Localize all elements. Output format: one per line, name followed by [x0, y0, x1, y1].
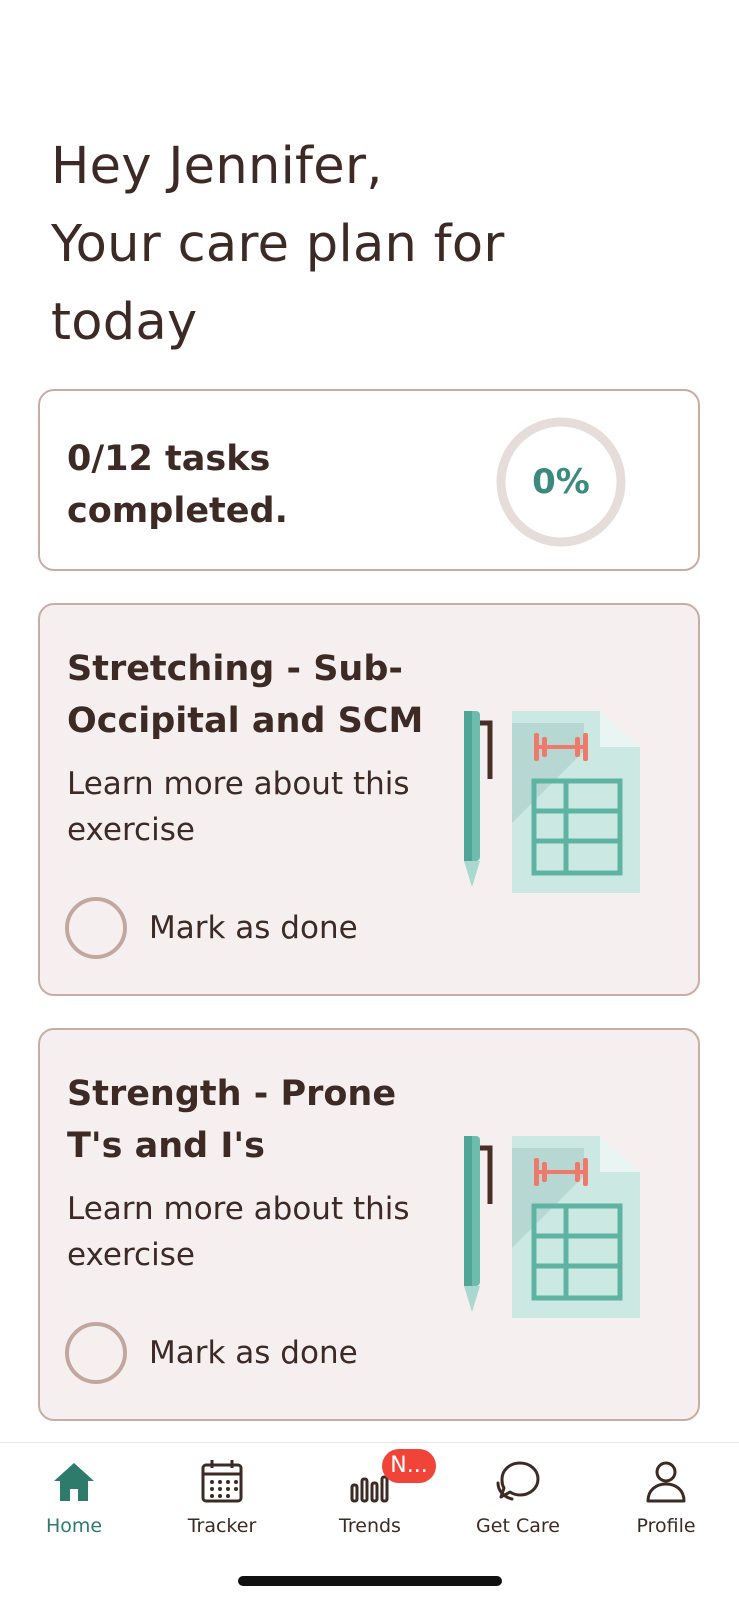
tasks-count: 0/12 tasks	[67, 439, 271, 479]
mark-as-done-checkbox[interactable]	[65, 897, 127, 959]
learn-more-link[interactable]: Learn more about this exercise	[67, 1186, 447, 1278]
exercise-plan-illustration	[464, 711, 644, 893]
exercise-plan-illustration	[464, 1136, 644, 1318]
mark-as-done-row[interactable]: Mark as done	[65, 895, 358, 961]
tab-get-care[interactable]: Get Care	[444, 1443, 592, 1553]
task-title: Strength - Prone T's and I's	[67, 1074, 397, 1166]
tab-home[interactable]: Home	[0, 1443, 148, 1553]
greeting-line: today	[51, 293, 198, 352]
greeting-line: Your care plan for	[51, 215, 505, 274]
mark-as-done-checkbox[interactable]	[65, 1322, 127, 1384]
learn-more-link[interactable]: Learn more about this exercise	[67, 761, 447, 853]
calendar-icon	[201, 1460, 243, 1503]
mark-as-done-label: Mark as done	[149, 1335, 358, 1371]
mark-as-done-label: Mark as done	[149, 910, 358, 946]
notification-badge: N...	[382, 1449, 436, 1483]
progress-ring: 0%	[494, 415, 628, 549]
task-card[interactable]: Stretching - Sub- Occipital and SCM Lear…	[38, 603, 700, 996]
tab-label: Tracker	[187, 1515, 257, 1537]
tab-label: Trends	[339, 1515, 401, 1537]
task-summary-card: 0/12 tasks completed. 0%	[38, 389, 700, 571]
chat-icon	[496, 1461, 540, 1501]
tab-label: Home	[45, 1515, 103, 1537]
home-indicator	[238, 1576, 502, 1586]
tab-tracker[interactable]: Tracker	[148, 1443, 296, 1553]
tab-profile[interactable]: Profile	[592, 1443, 739, 1553]
greeting-heading: Hey Jennifer, Your care plan for today	[51, 128, 671, 362]
task-title: Stretching - Sub- Occipital and SCM	[67, 649, 424, 741]
person-icon	[646, 1461, 686, 1503]
tasks-completed-text: 0/12 tasks completed.	[67, 433, 427, 537]
tab-label: Profile	[636, 1515, 696, 1537]
task-card[interactable]: Strength - Prone T's and I's Learn more …	[38, 1028, 700, 1421]
tab-label: Get Care	[476, 1515, 560, 1537]
tasks-completed-label: completed.	[67, 491, 288, 531]
mark-as-done-row[interactable]: Mark as done	[65, 1320, 358, 1386]
home-icon	[54, 1463, 94, 1501]
progress-percentage: 0%	[532, 462, 590, 502]
tab-trends[interactable]: N... Trends	[296, 1443, 444, 1553]
greeting-line: Hey Jennifer,	[51, 137, 383, 196]
